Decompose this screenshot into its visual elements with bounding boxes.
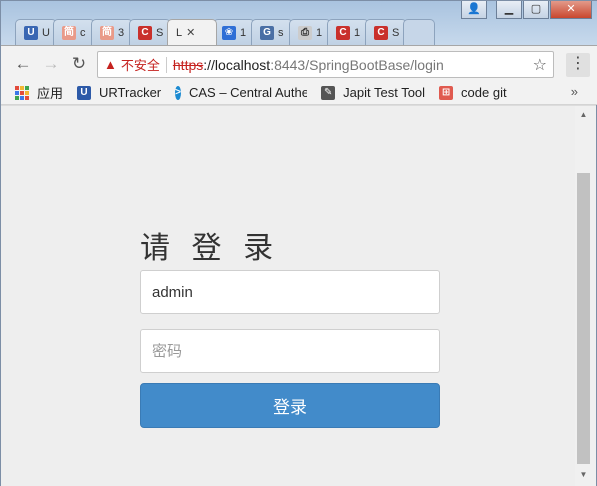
- bookmark-label: code git: [461, 85, 507, 100]
- cas-icon: >: [175, 85, 181, 100]
- forward-arrow-icon[interactable]: →: [39, 52, 63, 76]
- code-git-icon: ⊞: [439, 85, 454, 100]
- tab-label: 1: [316, 26, 323, 39]
- tab-baidu[interactable]: ❀ 1: [213, 19, 255, 45]
- security-status-label[interactable]: 不安全: [121, 55, 160, 74]
- url-host: ://localhost: [203, 56, 271, 73]
- blank-page-icon: ⎙: [298, 25, 312, 40]
- paw-icon: ❀: [222, 25, 236, 40]
- tab-urtracker[interactable]: U U: [15, 19, 57, 45]
- username-input[interactable]: [140, 270, 440, 314]
- tab-csdn-1[interactable]: C S: [129, 19, 171, 45]
- url-path: :8443/SpringBootBase/login: [270, 56, 444, 73]
- bookmark-star-icon[interactable]: ☆: [533, 55, 547, 75]
- apps-grid-icon: [15, 85, 29, 100]
- url-scheme: https: [172, 56, 204, 73]
- c-logo-icon: C: [336, 25, 350, 40]
- tab-label: U: [42, 26, 50, 39]
- c-logo-icon: C: [374, 25, 388, 40]
- tab-label: L: [176, 26, 183, 39]
- bookmark-cas[interactable]: > CAS – Central Authe: [175, 85, 307, 100]
- minimize-button[interactable]: ▁: [496, 1, 522, 19]
- browser-menu-icon[interactable]: ⋮: [566, 53, 590, 77]
- close-tab-icon[interactable]: ✕: [186, 26, 195, 39]
- ur-tracker-icon: U: [24, 25, 38, 40]
- login-button[interactable]: 登录: [140, 383, 440, 428]
- close-window-button[interactable]: ✕: [550, 1, 592, 19]
- new-tab-button[interactable]: [403, 19, 435, 45]
- tab-label: S: [156, 26, 164, 39]
- bookmark-label: CAS – Central Authe: [188, 85, 308, 100]
- ur-tracker-icon: U: [77, 85, 92, 100]
- tab-csdn-3[interactable]: C S: [365, 19, 407, 45]
- tab-label: s: [278, 26, 284, 39]
- tab-jianshu-1[interactable]: 简 c: [53, 19, 95, 45]
- bookmark-apps[interactable]: 应用: [15, 83, 63, 102]
- tab-login-active[interactable]: L ✕: [167, 19, 217, 45]
- reload-icon[interactable]: ↻: [67, 52, 91, 76]
- tab-label: c: [80, 26, 86, 39]
- maximize-button[interactable]: ▢: [523, 1, 549, 19]
- bookmark-label: URTracker: [99, 85, 162, 100]
- browser-toolbar: ← → ↻ ▲ 不安全 https ://localhost :8443/Spr…: [1, 45, 597, 81]
- bookmark-label: 应用: [37, 86, 64, 101]
- bookmarks-overflow-icon[interactable]: »: [571, 84, 578, 99]
- japit-icon: ✎: [321, 85, 336, 100]
- password-input[interactable]: [140, 329, 440, 373]
- back-arrow-icon[interactable]: ←: [11, 52, 35, 76]
- tab-label: S: [392, 26, 400, 39]
- bookmark-japit[interactable]: ✎ Japit Test Tool: [321, 85, 425, 100]
- bookmark-label: Japit Test Tool: [343, 85, 426, 100]
- user-profile-icon[interactable]: 👤: [461, 1, 487, 19]
- address-bar[interactable]: ▲ 不安全 https ://localhost :8443/SpringBoo…: [97, 51, 554, 78]
- bookmark-code-git[interactable]: ⊞ code git: [439, 85, 507, 100]
- tab-label: 1: [354, 26, 361, 39]
- window-controls: 👤 ▁ ▢ ✕: [460, 1, 592, 21]
- login-title: 请 登 录: [140, 231, 280, 266]
- tab-label: 3: [118, 26, 125, 39]
- omnibox-divider: [165, 56, 167, 73]
- jianshu-icon: 简: [100, 25, 114, 40]
- bookmarks-bar: 应用 U URTracker > CAS – Central Authe ✎ J…: [1, 81, 597, 105]
- scrollbar-thumb[interactable]: [577, 173, 590, 464]
- tab-jianshu-2[interactable]: 简 3: [91, 19, 133, 45]
- tab-label: 1: [240, 26, 247, 39]
- tab-g[interactable]: G s: [251, 19, 293, 45]
- tab-list: U U 简 c 简 3 C S L ✕ ❀ 1 G s ⎙ 1 C 1 C S: [15, 19, 435, 45]
- vertical-scrollbar[interactable]: ▲ ▼: [575, 106, 596, 486]
- browser-window: 👤 ▁ ▢ ✕ U U 简 c 简 3 C S L ✕ ❀ 1 G s ⎙ 1 …: [0, 0, 597, 486]
- tab-strip: 👤 ▁ ▢ ✕ U U 简 c 简 3 C S L ✕ ❀ 1 G s ⎙ 1 …: [1, 1, 597, 45]
- jianshu-icon: 简: [62, 25, 76, 40]
- g-logo-icon: G: [260, 25, 274, 40]
- scroll-up-icon[interactable]: ▲: [579, 110, 588, 119]
- warning-icon: ▲: [104, 57, 117, 72]
- bookmark-urtracker[interactable]: U URTracker: [77, 85, 161, 100]
- c-logo-icon: C: [138, 25, 152, 40]
- scroll-down-icon[interactable]: ▼: [579, 470, 588, 479]
- tab-page[interactable]: ⎙ 1: [289, 19, 331, 45]
- page-content: 请 登 录 登录: [1, 106, 575, 486]
- tab-csdn-2[interactable]: C 1: [327, 19, 369, 45]
